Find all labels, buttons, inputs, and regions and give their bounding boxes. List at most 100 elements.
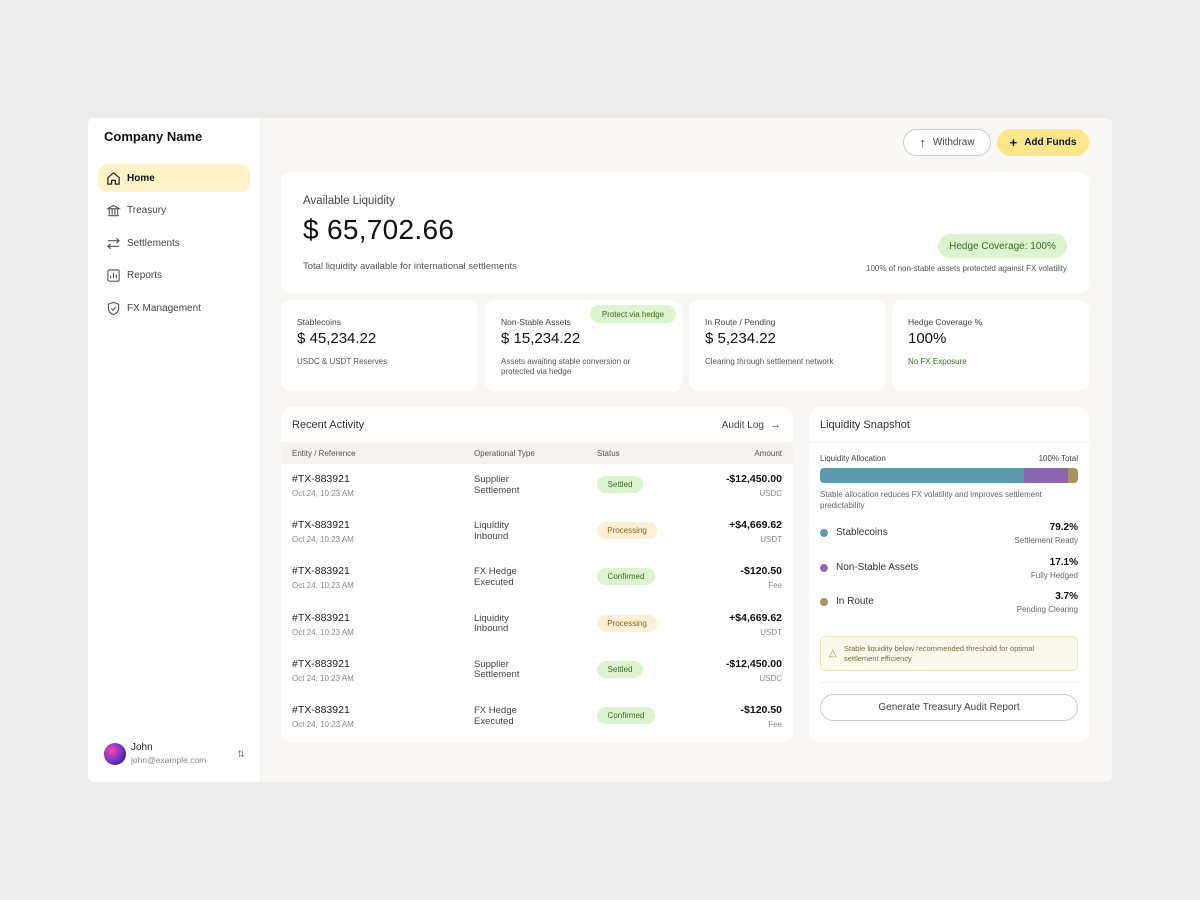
bank-icon [105, 203, 121, 219]
protect-via-hedge-button[interactable]: Protect via hedge [590, 305, 676, 323]
table-row[interactable]: #TX-883921 Oct 24, 10:23 AM Liquidity Inbou… [281, 510, 793, 556]
home-icon [105, 170, 121, 186]
hedge-coverage-note: 100% of non-stable assets protected agai… [866, 264, 1067, 273]
sidebar-item-label: FX Management [127, 302, 201, 314]
status-badge: Confirmed [597, 707, 655, 724]
transaction-currency: Fee [768, 720, 782, 729]
generate-audit-report-button[interactable]: Generate Treasury Audit Report [820, 694, 1078, 721]
transaction-currency: USDC [759, 489, 782, 498]
transaction-currency: USDC [759, 673, 782, 683]
status-badge: Confirmed [597, 568, 655, 586]
warning-banner: △ Stable liquidity below recommended thr… [820, 636, 1078, 671]
arrow-right-icon: → [770, 419, 781, 431]
legend-sub: Fully Hedged [1030, 570, 1078, 580]
table-row[interactable]: #TX-883921 Oct 24, 10:23 AM Supplier Settle… [281, 649, 793, 695]
legend-dot [820, 563, 828, 572]
sidebar-item-fx-management[interactable]: FX Management [98, 294, 250, 322]
main-content: ↑ Withdraw + Add Funds Available Liquidi… [261, 118, 1112, 782]
operational-type: FX Hedge Executed [474, 566, 517, 588]
company-name: Company Name [104, 129, 203, 144]
legend-item: Stablecoins 79.2% Settlement Ready [820, 522, 1078, 550]
allocation-label: Liquidity Allocation [820, 454, 886, 463]
legend-percent: 3.7% [1055, 591, 1078, 602]
user-name: John [131, 742, 153, 753]
legend-name: In Route [836, 596, 874, 607]
transaction-amount: +$4,669.62 [729, 611, 782, 624]
transaction-reference: #TX-883921 [292, 611, 350, 624]
warning-text: Stable liquidity below recommended thres… [844, 644, 1035, 663]
sidebar-nav: Home Treasury Settlements Reports FX Man… [98, 164, 250, 327]
transaction-time: Oct 24, 10:23 AM [292, 581, 354, 591]
sidebar-item-treasury[interactable]: Treasury [98, 197, 250, 225]
stat-label: Non-Stable Assets [501, 317, 571, 327]
user-profile[interactable]: John john@example.com ⇅ [104, 742, 246, 766]
sidebar: Company Name Home Treasury Settlements R… [88, 118, 261, 782]
chevron-up-down-icon[interactable]: ⇅ [236, 747, 246, 761]
table-row[interactable]: #TX-883921 Oct 24, 10:23 AM Liquidity Inbou… [281, 603, 793, 649]
status-badge: Processing [597, 522, 657, 540]
transaction-time: Oct 24, 10:23 AM [292, 627, 354, 637]
chart-icon [105, 268, 121, 284]
stat-sub: No FX Exposure [908, 357, 967, 366]
sidebar-item-label: Home [127, 172, 155, 184]
column-header: Operational Type [474, 449, 535, 458]
legend-percent: 79.2% [1049, 522, 1078, 533]
transaction-reference: #TX-883921 [292, 473, 350, 485]
transaction-reference: #TX-883921 [292, 704, 350, 716]
legend-name: Non-Stable Assets [836, 561, 919, 573]
stat-sub: Assets awaiting stable conversion or pro… [501, 357, 631, 376]
table-header: Entity / Reference Operational Type Stat… [281, 442, 793, 464]
liquidity-label: Available Liquidity [303, 195, 395, 207]
transaction-time: Oct 24, 10:23 AM [292, 535, 354, 545]
withdraw-button[interactable]: ↑ Withdraw [903, 129, 991, 156]
stat-value: 100% [908, 330, 947, 347]
shield-icon [105, 300, 121, 316]
operational-type: Supplier Settlement [474, 658, 520, 681]
stat-card-hedge-coverage: Hedge Coverage % 100% No FX Exposure [892, 300, 1089, 391]
recent-activity-title: Recent Activity [292, 419, 365, 431]
transaction-currency: Fee [768, 581, 782, 591]
transaction-amount: -$12,450.00 [725, 473, 782, 485]
status-badge: Processing [597, 614, 657, 632]
status-badge: Settled [597, 476, 643, 493]
table-row[interactable]: #TX-883921 Oct 24, 10:23 AM FX Hedge Execut… [281, 695, 793, 741]
operational-type: Liquidity Inbound [474, 612, 509, 635]
column-header: Status [597, 449, 620, 458]
operational-type: FX Hedge Executed [474, 705, 517, 727]
stat-label: Hedge Coverage % [908, 317, 983, 327]
recent-activity-card: Recent Activity Audit Log → Entity / Ref… [281, 407, 793, 742]
legend-item: In Route 3.7% Pending Clearing [820, 591, 1078, 619]
hedge-coverage-badge: Hedge Coverage: 100% [938, 234, 1067, 258]
transaction-reference: #TX-883921 [292, 519, 350, 532]
transaction-amount: -$12,450.00 [725, 657, 782, 670]
sidebar-item-label: Settlements [127, 237, 180, 249]
divider [820, 682, 1078, 683]
allocation-bar [820, 468, 1078, 483]
divider [809, 442, 1089, 443]
transaction-reference: #TX-883921 [292, 657, 350, 670]
stat-value: $ 45,234.22 [297, 330, 377, 347]
snapshot-title: Liquidity Snapshot [820, 419, 910, 431]
operational-type: Liquidity Inbound [474, 520, 509, 542]
stat-label: In Route / Pending [705, 317, 776, 327]
transaction-currency: USDT [760, 627, 782, 637]
table-row[interactable]: #TX-883921 Oct 24, 10:23 AM FX Hedge Execut… [281, 556, 793, 602]
legend-name: Stablecoins [836, 527, 888, 538]
add-funds-button[interactable]: + Add Funds [997, 129, 1089, 156]
plus-icon: + [1009, 135, 1018, 150]
allocation-note: Stable allocation reduces FX volatility … [820, 490, 1042, 510]
liquidity-card: Available Liquidity $ 65,702.66 Total li… [281, 172, 1089, 293]
table-row[interactable]: #TX-883921 Oct 24, 10:23 AM Supplier Settle… [281, 464, 793, 510]
sidebar-item-label: Reports [127, 270, 163, 281]
sidebar-item-reports[interactable]: Reports [98, 262, 250, 290]
allocation-total: 100% Total [1038, 454, 1078, 463]
sidebar-item-home[interactable]: Home [98, 164, 250, 192]
audit-log-link[interactable]: Audit Log → [722, 419, 781, 431]
transaction-amount: -$120.50 [740, 565, 782, 578]
stat-label: Stablecoins [297, 317, 341, 327]
transaction-currency: USDT [760, 535, 782, 545]
legend-dot [820, 529, 828, 537]
sidebar-item-settlements[interactable]: Settlements [98, 229, 250, 257]
arrow-up-icon: ↑ [919, 135, 926, 150]
operational-type: Supplier Settlement [474, 474, 520, 496]
